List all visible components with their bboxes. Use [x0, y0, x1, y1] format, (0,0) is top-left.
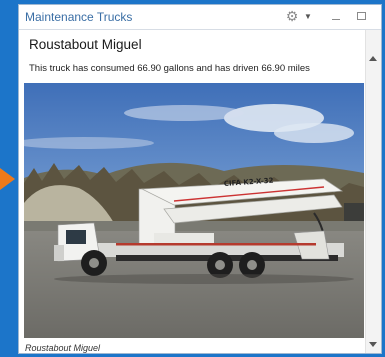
panel-titlebar: Maintenance Trucks ⚙ ▼	[19, 5, 381, 30]
pointer-arrow-icon	[0, 168, 15, 190]
truck-photo: CIFA K2-X-32	[24, 83, 364, 338]
chevron-down-icon[interactable]: ▼	[303, 8, 313, 24]
scroll-down-icon[interactable]	[369, 342, 377, 347]
truck-description: This truck has consumed 66.90 gallons an…	[29, 63, 310, 74]
vertical-scrollbar[interactable]	[365, 30, 381, 353]
maintenance-trucks-panel: Maintenance Trucks ⚙ ▼ Roustabout Miguel…	[18, 4, 382, 354]
maximize-button[interactable]	[353, 8, 369, 24]
photo-caption: Roustabout Miguel	[25, 343, 101, 353]
truck-name-heading: Roustabout Miguel	[29, 37, 142, 52]
panel-content: Roustabout Miguel This truck has consume…	[19, 30, 365, 353]
panel-title: Maintenance Trucks	[25, 10, 133, 24]
gear-icon[interactable]: ⚙	[284, 8, 300, 24]
scroll-up-icon[interactable]	[369, 56, 377, 61]
minimize-button[interactable]	[328, 8, 344, 24]
